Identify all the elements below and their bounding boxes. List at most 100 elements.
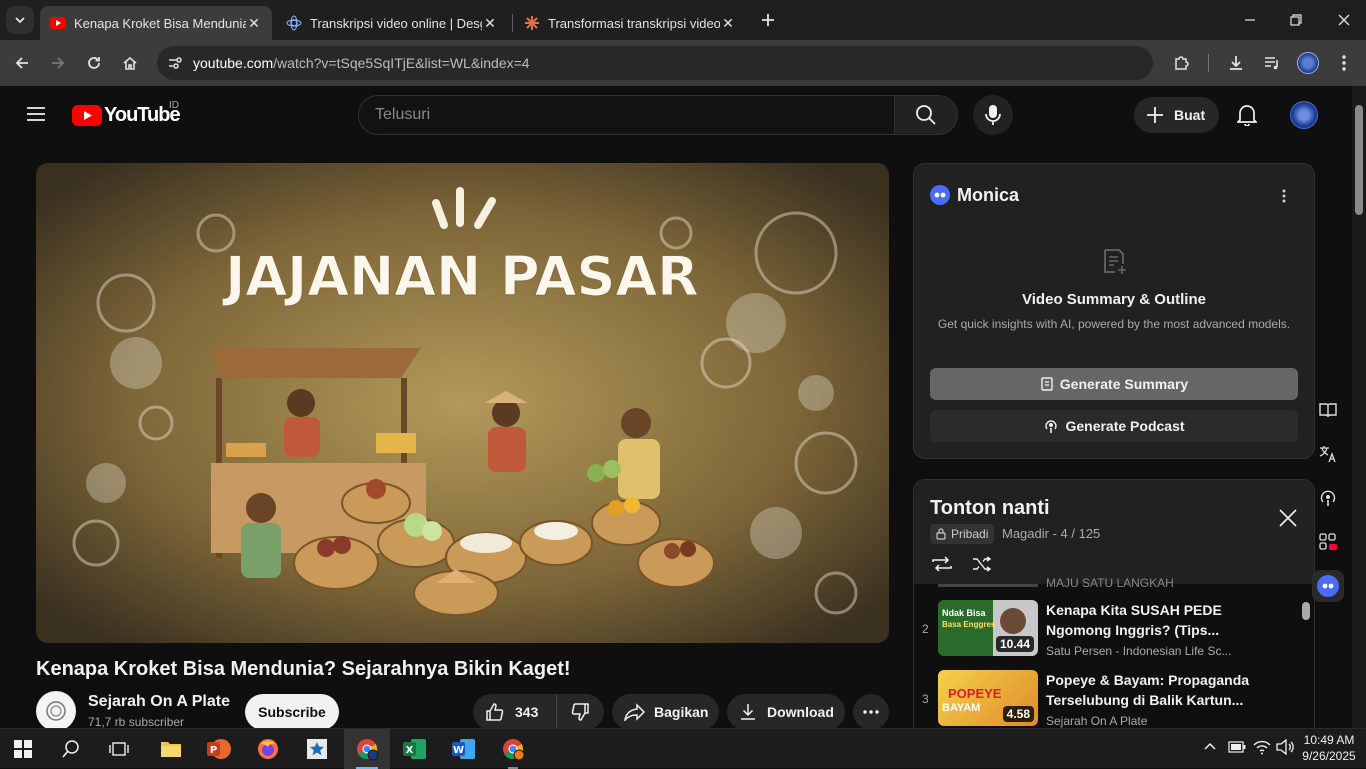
generate-summary-button[interactable]: Generate Summary (930, 368, 1298, 400)
search-box (358, 95, 895, 135)
translate-button[interactable] (1312, 438, 1344, 470)
search-button[interactable] (894, 95, 958, 135)
clock[interactable]: 10:49 AM 9/26/2025 (1298, 732, 1360, 764)
partial-item-title[interactable]: MAJU SATU LANGKAH (1046, 576, 1174, 588)
podcast-icon (1045, 420, 1058, 433)
more-horizontal-icon (863, 710, 879, 714)
wifi-indicator[interactable] (1253, 739, 1271, 755)
start-button[interactable] (0, 729, 46, 769)
generate-podcast-button[interactable]: Generate Podcast (930, 410, 1298, 442)
notifications-button[interactable] (1232, 100, 1262, 130)
volume-indicator[interactable] (1276, 739, 1294, 755)
task-view-button[interactable] (96, 729, 142, 769)
page-scrollbar-thumb[interactable] (1355, 105, 1363, 215)
more-actions-button[interactable] (853, 694, 889, 730)
voice-search-button[interactable] (973, 95, 1013, 135)
forward-button[interactable] (43, 48, 73, 78)
taskbar-word[interactable]: W (441, 729, 487, 769)
share-button[interactable]: Bagikan (612, 694, 719, 730)
tab-strip: Kenapa Kroket Bisa Mendunia? Sejarahnya … (0, 0, 1366, 40)
downloads-button[interactable] (1221, 48, 1251, 78)
close-playlist-button[interactable] (1276, 506, 1300, 530)
channel-avatar[interactable] (36, 691, 76, 731)
extensions-button[interactable] (1167, 48, 1197, 78)
tray-overflow-button[interactable] (1203, 739, 1217, 753)
tab-desgram[interactable]: Transkripsi video online | Desgram ✕ (276, 6, 508, 40)
channel-name[interactable]: Sejarah On A Plate (88, 693, 230, 711)
menu-button[interactable] (1329, 48, 1359, 78)
minimize-button[interactable] (1230, 0, 1270, 40)
playlist-title[interactable]: Tonton nanti (930, 497, 1050, 520)
taskbar-search-button[interactable] (48, 729, 94, 769)
svg-text:X: X (406, 745, 414, 756)
create-button[interactable]: Buat (1134, 97, 1219, 133)
restore-icon (1290, 14, 1302, 26)
back-button[interactable] (7, 48, 37, 78)
document-sparkle-icon (1104, 249, 1126, 274)
tab-kroket[interactable]: Kenapa Kroket Bisa Mendunia? Sejarahnya … (40, 6, 272, 40)
search-input[interactable] (375, 106, 875, 124)
bell-icon (1237, 105, 1257, 126)
youtube-logo[interactable]: YouTube ID (72, 100, 181, 127)
document-icon (1041, 377, 1053, 391)
search-icon (916, 105, 936, 125)
item-title-line: Terselubung di Balik Kartun... (1046, 692, 1244, 708)
item-channel: Sejarah On A Plate (1046, 714, 1148, 728)
youtube-logo-icon (72, 105, 102, 126)
close-icon[interactable]: ✕ (246, 15, 262, 31)
podcast-rail-button[interactable] (1312, 482, 1344, 514)
close-icon[interactable]: ✕ (482, 15, 498, 31)
monica-menu-button[interactable] (1274, 186, 1294, 206)
subscribe-button[interactable]: Subscribe (245, 694, 339, 730)
like-button[interactable]: 343 (473, 694, 557, 730)
taskbar-firefox[interactable] (245, 729, 291, 769)
site-settings-icon[interactable] (167, 55, 183, 71)
download-button[interactable]: Download (727, 694, 845, 730)
battery-indicator[interactable] (1228, 741, 1246, 753)
restore-button[interactable] (1276, 0, 1316, 40)
item-title-line: Popeye & Bayam: Propaganda (1046, 672, 1250, 688)
reload-button[interactable] (79, 48, 109, 78)
taskbar-app-star[interactable] (294, 729, 340, 769)
taskbar-file-explorer[interactable] (148, 729, 194, 769)
monica-rail-button[interactable] (1312, 570, 1344, 602)
apps-button[interactable] (1312, 526, 1344, 558)
summary-label: Generate Summary (1059, 376, 1189, 392)
taskbar-powerpoint[interactable]: P (196, 729, 242, 769)
playlist-scrollbar[interactable] (1302, 602, 1310, 620)
taskbar-chrome-profile[interactable] (490, 729, 536, 769)
profile-button[interactable] (1293, 48, 1323, 78)
reader-button[interactable] (1312, 394, 1344, 426)
apps-icon (1319, 533, 1337, 550)
item-index: 2 (922, 622, 929, 636)
shuffle-button[interactable] (970, 554, 994, 574)
tab-transformasi[interactable]: Transformasi transkripsi video menjadi t… (514, 6, 746, 40)
guide-menu-button[interactable] (24, 102, 48, 126)
folder-icon (161, 742, 181, 757)
playlist-item[interactable]: 3 POPEYE BAYAM 4.58 Popeye & Bayam: Prop… (914, 666, 1304, 736)
dislike-button[interactable] (557, 694, 603, 730)
tab-title: Transformasi transkripsi video menjadi t… (548, 15, 720, 31)
account-avatar[interactable] (1290, 101, 1318, 129)
thumb-text: BAYAM (942, 702, 981, 714)
tab-search-button[interactable] (6, 6, 34, 34)
loop-button[interactable] (930, 554, 954, 574)
tab-title: Transkripsi video online | Desgram (310, 15, 482, 31)
kebab-menu-icon (1282, 189, 1286, 203)
taskbar-chrome[interactable] (344, 729, 390, 769)
taskbar-excel[interactable]: X (392, 729, 438, 769)
playlist-item[interactable]: 2 Ndak Bisa Basa Enggres 10.44 Kenapa Ki… (914, 596, 1304, 666)
new-tab-button[interactable] (756, 8, 780, 32)
thumb-person (1000, 608, 1026, 634)
hamburger-icon (27, 107, 45, 121)
download-label: Download (767, 704, 834, 720)
translate-icon (1319, 446, 1336, 463)
video-player[interactable]: JAJANAN PASAR (36, 163, 889, 643)
media-control-button[interactable] (1257, 48, 1287, 78)
plus-icon (1147, 107, 1163, 123)
playlist-meta: Magadir - 4 / 125 (1002, 526, 1101, 541)
close-icon[interactable]: ✕ (720, 15, 736, 31)
close-window-button[interactable] (1322, 0, 1366, 40)
address-bar[interactable]: youtube.com/watch?v=tSqe5SqITjE&list=WL&… (157, 46, 1153, 80)
home-button[interactable] (115, 48, 145, 78)
